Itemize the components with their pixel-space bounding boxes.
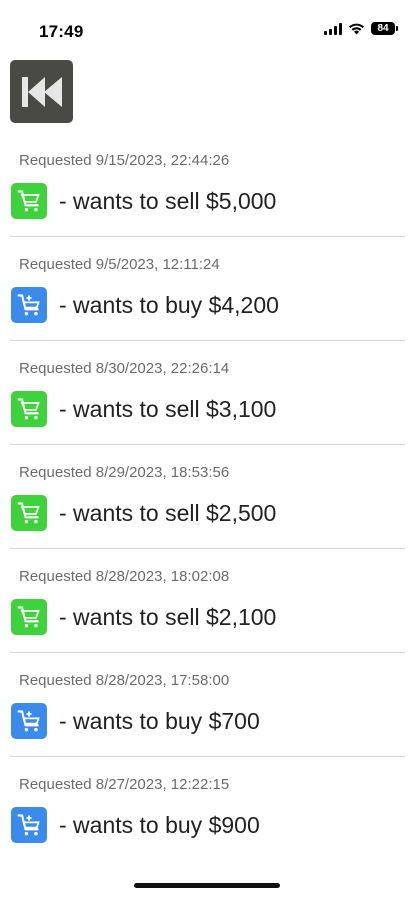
request-main: - wants to buy $700 xyxy=(11,703,260,739)
request-row[interactable]: Requested 8/27/2023, 12:22:15 - wants to … xyxy=(10,757,405,861)
back-button[interactable] xyxy=(10,60,73,123)
request-row[interactable]: Requested 8/29/2023, 18:53:56 - wants to … xyxy=(10,445,405,549)
request-row[interactable]: Requested 8/28/2023, 18:02:08 - wants to … xyxy=(10,549,405,653)
request-text: - wants to sell $3,100 xyxy=(59,395,277,422)
request-main: - wants to buy $4,200 xyxy=(11,287,279,323)
request-date: Requested 9/5/2023, 12:11:24 xyxy=(19,256,220,273)
status-time: 17:49 xyxy=(39,22,84,41)
request-row[interactable]: Requested 9/5/2023, 12:11:24 - wants to b… xyxy=(10,237,405,341)
request-main: - wants to sell $2,100 xyxy=(11,599,276,635)
request-text: - wants to buy $4,200 xyxy=(59,291,279,318)
cart-sell-icon xyxy=(11,183,47,219)
request-text: - wants to sell $5,000 xyxy=(59,187,277,214)
home-indicator[interactable] xyxy=(134,883,280,888)
request-date: Requested 9/15/2023, 22:44:26 xyxy=(19,152,230,169)
status-icons: 84 xyxy=(324,22,398,35)
request-text: - wants to buy $700 xyxy=(59,707,260,734)
cart-buy-icon xyxy=(11,703,47,739)
request-text: - wants to buy $900 xyxy=(59,811,260,838)
request-main: - wants to sell $2,500 xyxy=(11,495,276,531)
status-bar: 17:49 84 xyxy=(0,0,415,58)
battery-level: 84 xyxy=(377,23,389,34)
request-row[interactable]: Requested 8/30/2023, 22:26:14 - wants to … xyxy=(10,341,405,445)
wifi-icon xyxy=(349,23,364,34)
cart-buy-icon xyxy=(11,287,47,323)
request-text: - wants to sell $2,100 xyxy=(59,603,277,630)
request-main: - wants to sell $3,100 xyxy=(11,391,276,427)
cart-buy-icon xyxy=(11,807,47,843)
request-date: Requested 8/28/2023, 17:58:00 xyxy=(19,672,230,689)
request-main: - wants to buy $900 xyxy=(11,807,260,843)
request-date: Requested 8/29/2023, 18:53:56 xyxy=(19,464,230,481)
request-main: - wants to sell $5,000 xyxy=(11,183,276,219)
battery-icon: 84 xyxy=(371,22,398,35)
cart-sell-icon xyxy=(11,599,47,635)
request-list: Requested 9/15/2023, 22:44:26 - wants to … xyxy=(10,133,405,861)
signal-icon xyxy=(324,22,342,35)
cart-sell-icon xyxy=(11,495,47,531)
request-row[interactable]: Requested 9/15/2023, 22:44:26 - wants to … xyxy=(10,133,405,237)
skip-back-icon xyxy=(21,76,62,107)
request-row[interactable]: Requested 8/28/2023, 17:58:00 - wants to … xyxy=(10,653,405,757)
request-date: Requested 8/30/2023, 22:26:14 xyxy=(19,360,230,377)
cart-sell-icon xyxy=(11,391,47,427)
request-date: Requested 8/28/2023, 18:02:08 xyxy=(19,568,230,585)
request-date: Requested 8/27/2023, 12:22:15 xyxy=(19,776,230,793)
request-text: - wants to sell $2,500 xyxy=(59,499,277,526)
